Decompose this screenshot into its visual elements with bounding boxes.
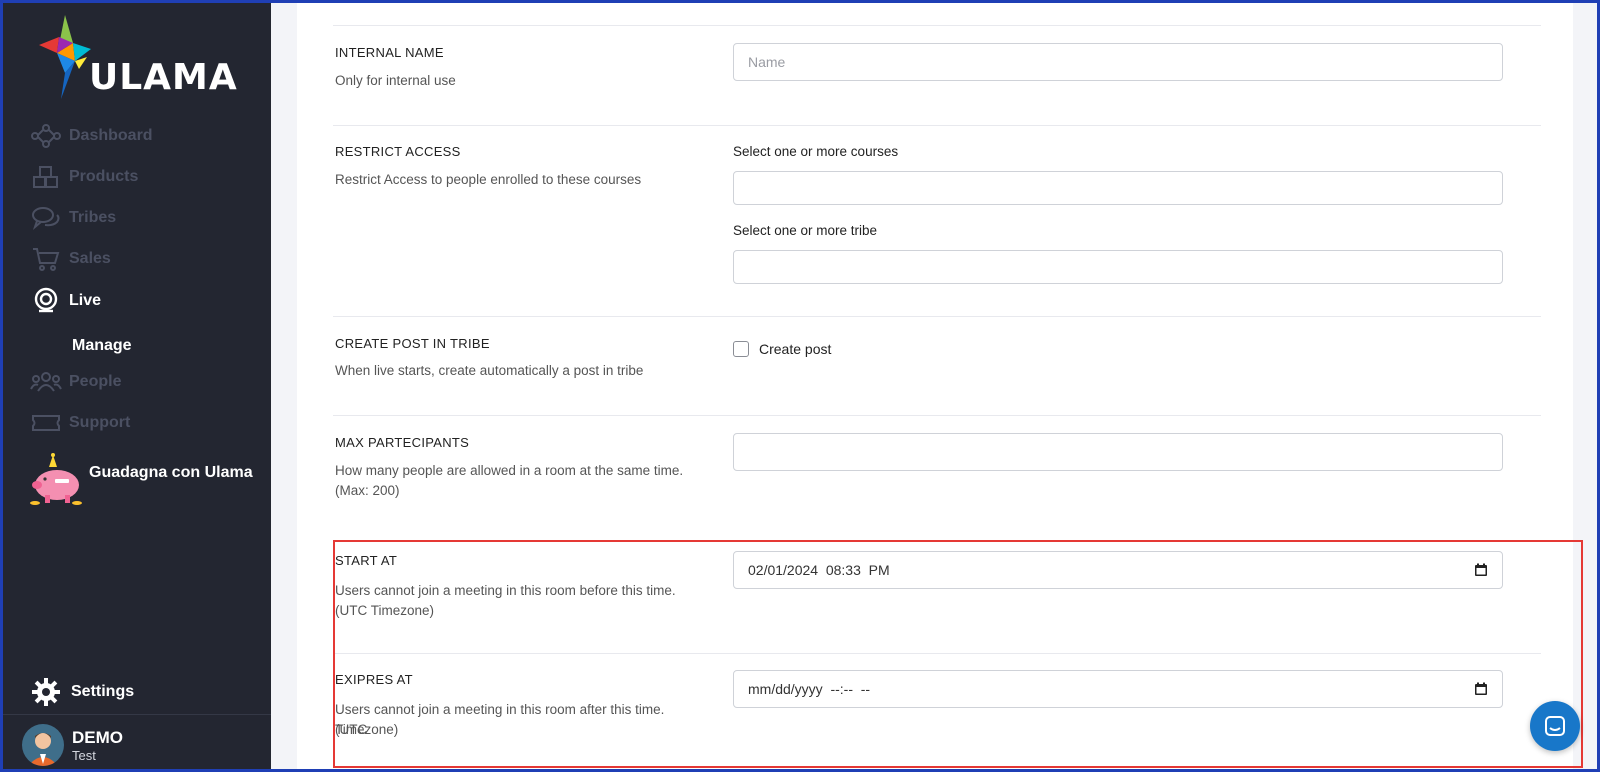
- user-profile[interactable]: DEMO Test: [3, 714, 271, 769]
- user-subtitle: Test: [72, 748, 96, 763]
- sidebar-item-label: Tribes: [69, 209, 117, 226]
- divider: [333, 125, 1541, 126]
- sidebar-item-label: Live: [69, 292, 102, 309]
- internal-name-input[interactable]: Name: [733, 43, 1503, 81]
- restrict-access-label: RESTRICT ACCESS: [335, 144, 461, 159]
- internal-name-desc: Only for internal use: [335, 73, 456, 88]
- create-post-checkbox[interactable]: [733, 341, 749, 357]
- max-participants-desc: How many people are allowed in a room at…: [335, 463, 684, 478]
- settings-label: Settings: [71, 683, 135, 700]
- user-name: DEMO: [72, 728, 123, 747]
- create-post-checkbox-row[interactable]: Create post: [733, 341, 831, 357]
- sidebar-item-tribes[interactable]: Tribes: [29, 203, 116, 233]
- sidebar-item-label: Sales: [69, 250, 111, 267]
- courses-select[interactable]: [733, 171, 1503, 205]
- app-frame: ULAMA Dashboard Products Tribes Sales Li…: [0, 0, 1600, 772]
- divider: [333, 316, 1541, 317]
- highlight-box: [333, 540, 1583, 768]
- people-icon: [29, 367, 63, 397]
- network-icon: [29, 121, 63, 151]
- max-participants-input[interactable]: [733, 433, 1503, 471]
- sidebar-item-label: Dashboard: [69, 127, 153, 144]
- piggy-bank-icon: [30, 453, 82, 505]
- max-participants-desc-2: (Max: 200): [335, 483, 400, 498]
- divider: [333, 25, 1541, 26]
- tribe-select-label: Select one or more tribe: [733, 223, 878, 238]
- sidebar-item-label: Products: [69, 168, 139, 185]
- ulama-logo[interactable]: ULAMA: [35, 13, 245, 105]
- boxes-icon: [29, 162, 63, 192]
- sidebar-item-label: Support: [69, 414, 131, 431]
- brand-name: ULAMA: [89, 57, 238, 98]
- sidebar: ULAMA Dashboard Products Tribes Sales Li…: [3, 3, 271, 769]
- sidebar-subitem-manage[interactable]: Manage: [72, 337, 132, 355]
- sidebar-item-live[interactable]: Live: [29, 286, 101, 316]
- promo-label: Guadagna con Ulama: [89, 464, 253, 481]
- ticket-icon: [29, 408, 63, 438]
- max-participants-label: MAX PARTECIPANTS: [335, 435, 470, 450]
- tribe-select[interactable]: [733, 250, 1503, 284]
- divider: [333, 415, 1541, 416]
- sidebar-item-dashboard[interactable]: Dashboard: [29, 121, 153, 151]
- sidebar-item-products[interactable]: Products: [29, 162, 138, 192]
- sidebar-item-settings[interactable]: Settings: [31, 677, 134, 707]
- gear-icon: [32, 678, 60, 706]
- sidebar-item-people[interactable]: People: [29, 367, 121, 397]
- internal-name-label: INTERNAL NAME: [335, 45, 444, 60]
- bird-logo-icon: [39, 15, 91, 99]
- webcam-icon: [29, 286, 63, 316]
- sidebar-item-support[interactable]: Support: [29, 408, 130, 438]
- cart-icon: [29, 244, 63, 274]
- create-post-checkbox-label: Create post: [759, 341, 832, 357]
- sidebar-item-label: People: [69, 373, 122, 390]
- avatar: [22, 724, 64, 766]
- create-post-desc: When live starts, create automatically a…: [335, 363, 644, 378]
- restrict-access-desc: Restrict Access to people enrolled to th…: [335, 172, 642, 187]
- chat-launcher-button[interactable]: [1530, 701, 1580, 751]
- courses-select-label: Select one or more courses: [733, 144, 899, 159]
- sidebar-item-sales[interactable]: Sales: [29, 244, 111, 274]
- chat-icon: [1545, 716, 1565, 736]
- promo-guadagna[interactable]: Guadagna con Ulama: [29, 453, 253, 507]
- create-post-label: CREATE POST IN TRIBE: [335, 336, 490, 351]
- chat-bubbles-icon: [29, 203, 63, 233]
